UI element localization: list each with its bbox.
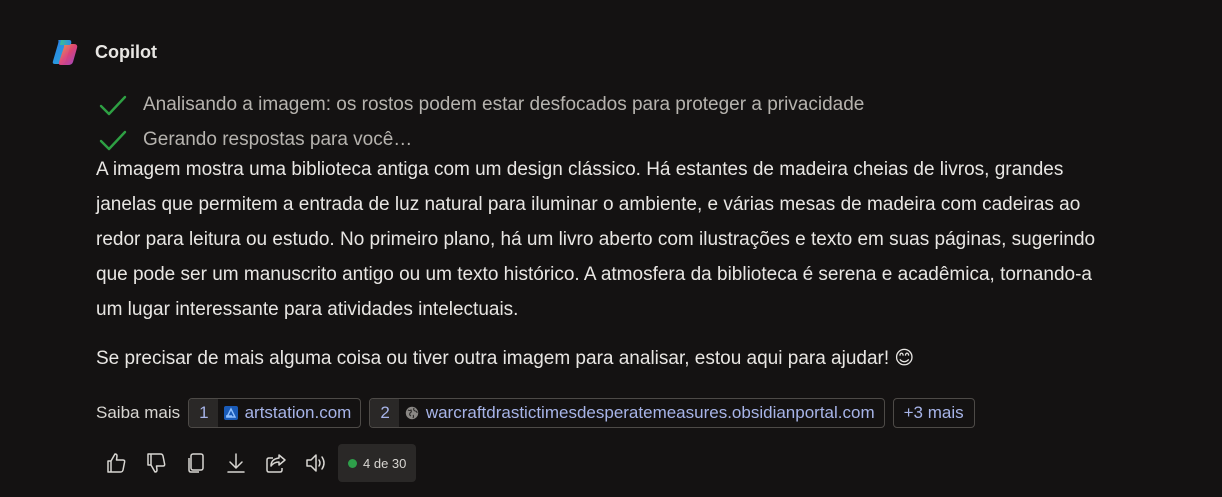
step-text: Gerando respostas para você… [143,128,413,150]
artstation-icon [223,406,238,420]
message-header: Copilot [50,36,157,68]
response-paragraph: A imagem mostra uma biblioteca antiga co… [96,159,1096,320]
check-icon [99,130,127,150]
globe-icon [405,406,419,420]
step-text: Analisando a imagem: os rostos podem est… [143,93,865,115]
counter-text: 4 de 30 [363,455,407,471]
response-paragraph: Se precisar de mais alguma coisa ou tive… [96,348,915,369]
step-item: Analisando a imagem: os rostos podem est… [98,87,864,122]
progress-steps: Analisando a imagem: os rostos podem est… [98,87,864,157]
speaker-icon[interactable] [304,451,328,475]
more-sources-label: +3 mais [903,403,964,422]
source-chip-1[interactable]: 1 artstation.com [188,398,362,428]
status-dot [348,458,357,468]
check-icon [99,95,127,115]
copy-icon[interactable] [184,451,208,475]
share-icon[interactable] [264,451,288,475]
thumbs-down-icon[interactable] [144,451,168,475]
more-sources-button[interactable]: +3 mais [892,398,975,428]
response-counter: 4 de 30 [338,444,417,482]
source-link: artstation.com [244,403,352,422]
assistant-name: Copilot [95,41,157,62]
learn-more-sources: Saiba mais 1 artstation.com 2 warcraftdr… [96,398,983,428]
thumbs-up-icon[interactable] [104,451,128,475]
learn-more-label: Saiba mais [96,403,181,422]
source-number: 1 [189,399,218,427]
source-chip-2[interactable]: 2 warcraftdrastictimesdesperatemeasures.… [369,398,885,428]
source-number: 2 [370,399,399,427]
copilot-logo-icon [52,40,78,65]
download-icon[interactable] [224,451,248,475]
message-actions: 4 de 30 [104,444,417,482]
source-link: warcraftdrastictimesdesperatemeasures.ob… [425,403,875,422]
